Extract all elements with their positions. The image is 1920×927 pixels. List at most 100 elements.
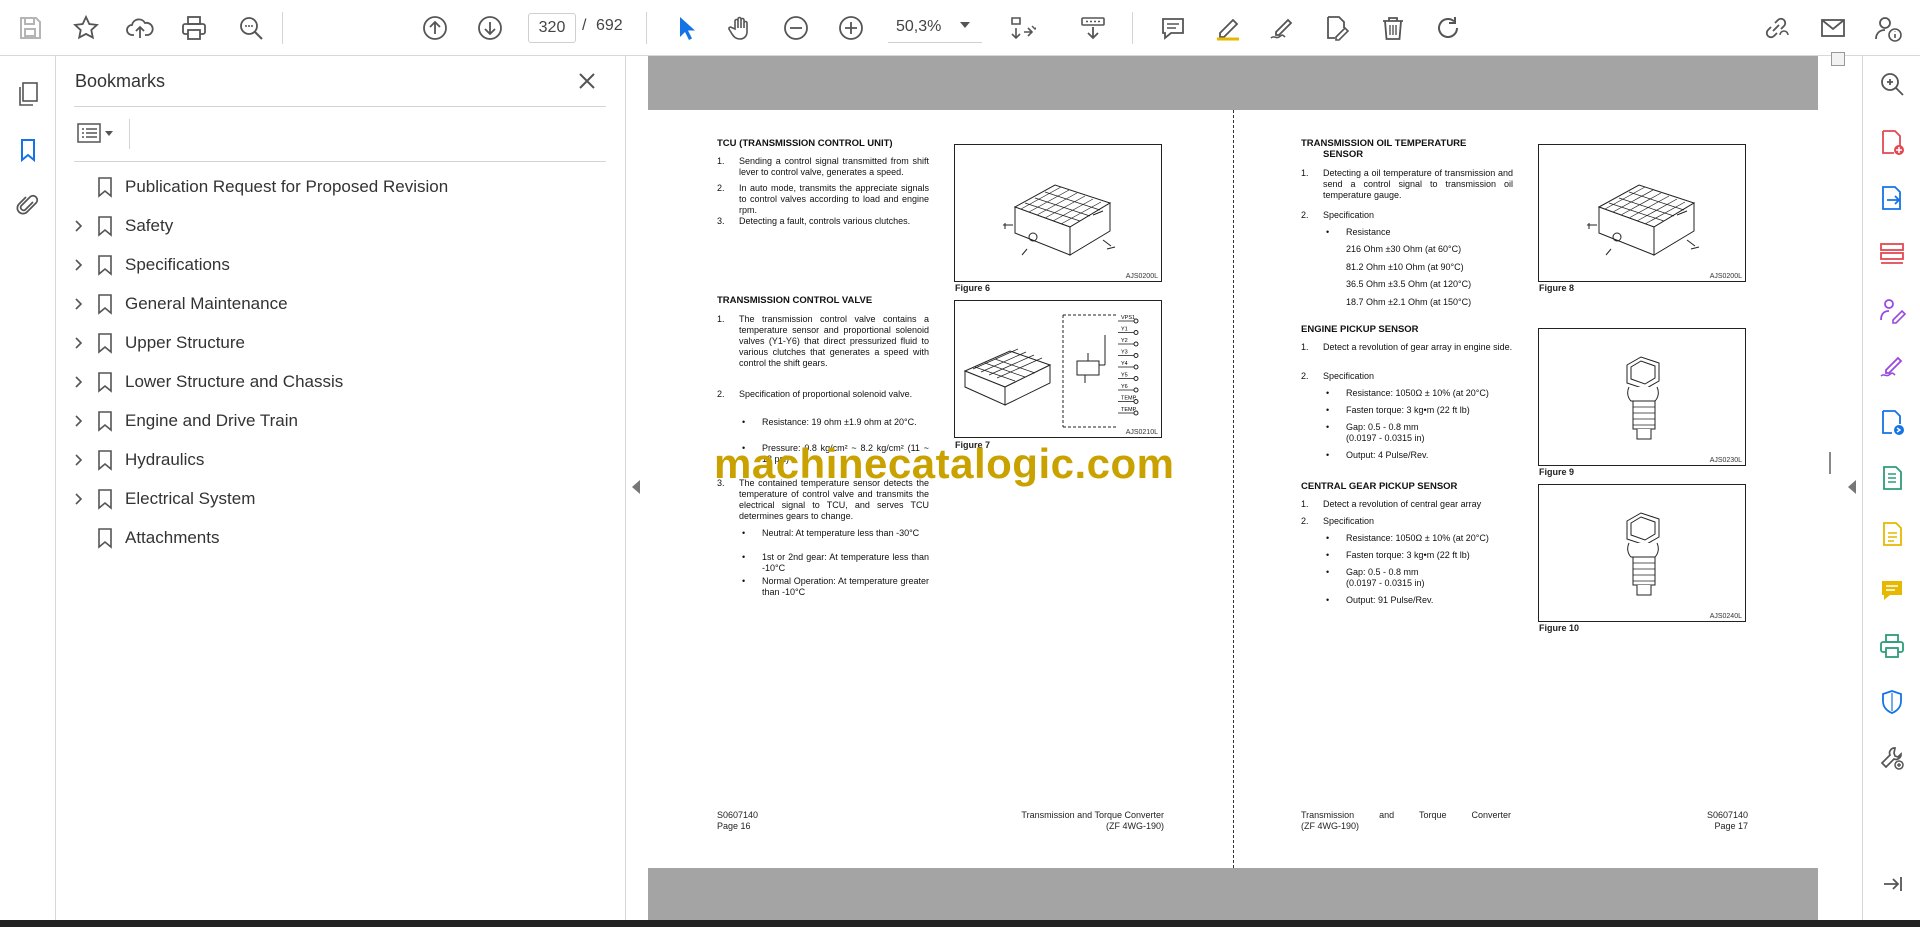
toolbar-separator	[282, 12, 283, 44]
collapse-right-panel-icon[interactable]	[1848, 480, 1856, 494]
bookmark-star-icon[interactable]	[68, 10, 104, 46]
delete-icon[interactable]	[1375, 10, 1411, 46]
chevron-right-icon[interactable]	[72, 375, 86, 389]
zoom-level-dropdown[interactable]: 50,3%	[888, 13, 982, 43]
bookmark-item[interactable]: Lower Structure and Chassis	[56, 365, 616, 399]
bookmark-icon	[98, 255, 112, 276]
central-item-1: 1. Detect a revolution of central gear ar…	[1301, 499, 1482, 509]
organize-pages-icon[interactable]	[1874, 236, 1910, 272]
sign-icon[interactable]	[1264, 10, 1300, 46]
list-options-icon	[77, 123, 113, 143]
more-tools-icon[interactable]	[1874, 740, 1910, 776]
edit-pdf-icon[interactable]	[1318, 10, 1354, 46]
print-icon[interactable]	[176, 10, 212, 46]
watermark-text: machinecatalogic.com	[714, 440, 1175, 487]
pin-label: TEMP	[1121, 407, 1137, 413]
prev-page-icon[interactable]	[417, 10, 453, 46]
bookmark-item[interactable]: Engine and Drive Train	[56, 404, 616, 438]
scroll-mode-icon[interactable]	[1075, 10, 1111, 46]
chevron-right-icon[interactable]	[72, 336, 86, 350]
vertical-scrollbar[interactable]	[1818, 56, 1844, 927]
bookmark-label: General Maintenance	[125, 294, 288, 313]
footer-model-left: (ZF 4WG-190)	[1105, 821, 1164, 831]
page-spread[interactable]: TCU (TRANSMISSION CONTROL UNIT) 1. Sendin…	[648, 110, 1818, 868]
share-link-icon[interactable]	[1758, 10, 1794, 46]
bookmark-options-button[interactable]	[76, 119, 124, 147]
save-icon[interactable]	[12, 10, 48, 46]
fill-sign-icon[interactable]	[1874, 348, 1910, 384]
pin-label: Y1	[1121, 327, 1128, 333]
bookmark-item[interactable]: Attachments	[56, 521, 616, 555]
fit-page-icon[interactable]	[1004, 10, 1040, 46]
highlight-pen-icon[interactable]	[1210, 10, 1246, 46]
bookmark-item[interactable]: Publication Request for Proposed Revisio…	[56, 170, 616, 204]
figure-8-caption: Figure 8	[1539, 283, 1575, 293]
pin-label: Y6	[1121, 384, 1128, 390]
protect-shield-icon[interactable]	[1874, 684, 1910, 720]
chevron-right-icon[interactable]	[72, 297, 86, 311]
bookmarks-icon[interactable]	[10, 132, 46, 168]
email-icon[interactable]	[1815, 10, 1851, 46]
chevron-right-icon[interactable]	[72, 453, 86, 467]
engine-item-2: 2. Specification	[1301, 371, 1375, 381]
export-pdf-icon[interactable]	[1874, 180, 1910, 216]
oiltemp-section: TRANSMISSION OIL TEMPERATURE SENSOR	[1301, 138, 1521, 160]
zoom-level: 50,3%	[896, 18, 942, 35]
valve-item-2: 2. Specification of proportional solenoid…	[717, 389, 913, 399]
chevron-right-icon[interactable]	[72, 258, 86, 272]
valve-item-1: 1. The transmission control valve contain…	[717, 314, 929, 368]
zoom-out-icon[interactable]	[778, 10, 814, 46]
figure-7-code: AJS0210L	[1125, 429, 1158, 436]
pin-terminal	[1133, 376, 1139, 381]
page-16-column: TCU (TRANSMISSION CONTROL UNIT)	[717, 138, 937, 149]
expand-panel-icon[interactable]	[1874, 866, 1910, 902]
pages-thumbnails-icon[interactable]	[10, 76, 46, 112]
next-page-icon[interactable]	[472, 10, 508, 46]
comment-icon[interactable]	[1155, 10, 1191, 46]
tcu-heading: TCU (TRANSMISSION CONTROL UNIT)	[717, 138, 893, 149]
rotate-icon[interactable]	[1430, 10, 1466, 46]
bookmark-item[interactable]: Electrical System	[56, 482, 616, 516]
resistance-value: 18.7 Ohm ±2.1 Ohm (at 150°C)	[1346, 296, 1472, 307]
comment-tool-icon[interactable]	[1874, 572, 1910, 608]
edit-document-icon[interactable]	[1874, 516, 1910, 552]
compress-icon[interactable]	[1874, 460, 1910, 496]
send-track-icon[interactable]	[1874, 404, 1910, 440]
bookmark-item[interactable]: Specifications	[56, 248, 616, 282]
print-production-icon[interactable]	[1874, 628, 1910, 664]
chevron-right-icon[interactable]	[72, 219, 86, 233]
chevron-down-icon[interactable]	[960, 22, 970, 28]
help-user-icon[interactable]	[1870, 10, 1906, 46]
hand-pan-icon[interactable]	[723, 10, 759, 46]
zoom-search-icon[interactable]	[233, 10, 269, 46]
collapse-left-panel-icon[interactable]	[632, 480, 640, 494]
chevron-right-icon[interactable]	[72, 492, 86, 506]
bookmark-item[interactable]: Upper Structure	[56, 326, 616, 360]
top-toolbar: / 692 50,3%	[0, 0, 1920, 56]
bookmark-item[interactable]: Hydraulics	[56, 443, 616, 477]
scrollbar-thumb[interactable]	[1831, 52, 1845, 66]
bookmark-label: Safety	[125, 216, 174, 235]
page-number-input[interactable]	[528, 13, 576, 43]
chevron-right-icon[interactable]	[72, 414, 86, 428]
figure-10-caption: Figure 10	[1539, 623, 1580, 633]
divider	[74, 161, 606, 162]
central-item-2: 2. Specification	[1301, 516, 1375, 526]
zoom-search-icon[interactable]	[1874, 66, 1910, 102]
left-nav-rail	[0, 56, 56, 927]
create-pdf-icon[interactable]	[1874, 124, 1910, 160]
request-signature-icon[interactable]	[1874, 292, 1910, 328]
bookmark-item[interactable]: General Maintenance	[56, 287, 616, 321]
spec-bullet: Gap: 0.5 - 0.8 mm	[1346, 422, 1419, 432]
upload-cloud-icon[interactable]	[122, 10, 158, 46]
select-cursor-icon[interactable]	[668, 10, 704, 46]
attachments-icon[interactable]	[10, 188, 46, 224]
engine-section: ENGINE PICKUP SENSOR	[1301, 324, 1521, 335]
spec-bullet: Fasten torque: 3 kg•m (22 ft lb)	[1346, 550, 1470, 560]
close-icon[interactable]	[574, 68, 600, 94]
bookmark-icon	[98, 489, 112, 510]
figure-6-code: AJS0200L	[1125, 273, 1158, 280]
valve-heading: TRANSMISSION CONTROL VALVE	[717, 295, 873, 306]
zoom-in-icon[interactable]	[833, 10, 869, 46]
bookmark-item[interactable]: Safety	[56, 209, 616, 243]
